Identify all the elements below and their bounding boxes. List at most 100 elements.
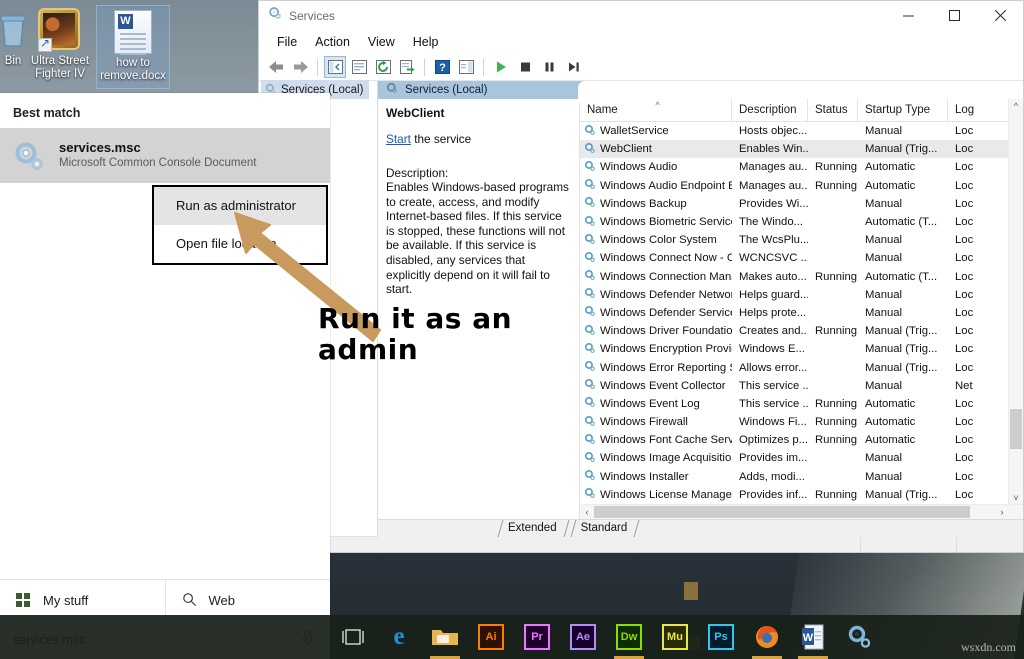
window-title: Services <box>289 9 335 23</box>
adobe-muse-icon[interactable]: Mu <box>652 615 698 659</box>
shortcut-overlay-icon <box>38 38 52 52</box>
column-header-name[interactable]: ^ Name <box>580 99 732 121</box>
adobe-photoshop-icon[interactable]: Ps <box>698 615 744 659</box>
services-list-header[interactable]: ^ Name Description Status Startup Type <box>580 99 1023 122</box>
pause-service-icon[interactable] <box>538 56 560 78</box>
service-name-label: Windows Encryption Provid... <box>600 343 732 355</box>
desktop-icon-how-to-remove-docx[interactable]: how to remove.docx <box>96 5 170 89</box>
table-row[interactable]: Windows Defender ServiceHelps prote...Ma… <box>580 304 1023 322</box>
table-row[interactable]: Windows Color SystemThe WcsPlu...ManualL… <box>580 231 1023 249</box>
table-row[interactable]: Windows Connection Mana...Makes auto...R… <box>580 268 1023 286</box>
context-menu[interactable]: Run as administrator Open file location <box>152 185 328 265</box>
task-view-icon[interactable] <box>330 615 376 659</box>
table-row[interactable]: Windows Defender Networ...Helps guard...… <box>580 286 1023 304</box>
start-search-flyout[interactable]: Best match services.msc Microsoft Common… <box>0 93 330 659</box>
back-icon[interactable] <box>265 56 287 78</box>
context-menu-item-run-as-administrator[interactable]: Run as administrator <box>154 187 326 225</box>
forward-icon[interactable] <box>289 56 311 78</box>
scroll-left-icon[interactable]: ‹ <box>580 507 594 517</box>
tab-extended[interactable]: Extended <box>498 520 571 537</box>
best-match-result[interactable]: services.msc Microsoft Common Console Do… <box>0 128 330 183</box>
menu-file[interactable]: File <box>268 33 306 51</box>
table-row[interactable]: Windows Image Acquisitio...Provides im..… <box>580 449 1023 467</box>
export-list-icon[interactable] <box>396 56 418 78</box>
adobe-premiere-icon[interactable]: Pr <box>514 615 560 659</box>
table-row[interactable]: Windows Encryption Provid...Windows E...… <box>580 340 1023 358</box>
table-row[interactable]: Windows Event LogThis service ...Running… <box>580 395 1023 413</box>
close-button[interactable] <box>977 1 1023 30</box>
context-menu-item-open-file-location[interactable]: Open file location <box>154 225 326 263</box>
table-row[interactable]: Windows Audio Endpoint B...Manages au...… <box>580 177 1023 195</box>
table-row[interactable]: Windows AudioManages au...RunningAutomat… <box>580 158 1023 176</box>
mozilla-firefox-icon[interactable] <box>744 615 790 659</box>
cell-service-name: Windows Encryption Provid... <box>580 342 732 357</box>
restart-service-icon[interactable] <box>562 56 584 78</box>
horizontal-scroll-thumb[interactable] <box>594 506 970 518</box>
list-vertical-scrollbar[interactable]: ^ ˅ <box>1008 99 1023 505</box>
column-header-description[interactable]: Description <box>732 99 808 121</box>
window-titlebar[interactable]: Services <box>259 1 1023 30</box>
table-row[interactable]: Windows BackupProvides Wi...ManualLoc <box>580 195 1023 213</box>
cell-log-on-as: Loc <box>948 271 981 283</box>
adobe-illustrator-icon[interactable]: Ai <box>468 615 514 659</box>
scroll-right-icon[interactable]: › <box>995 507 1009 517</box>
menu-help[interactable]: Help <box>404 33 448 51</box>
column-header-startup-type[interactable]: Startup Type <box>858 99 948 121</box>
table-row[interactable]: Windows FirewallWindows Fi...RunningAuto… <box>580 413 1023 431</box>
column-header-status[interactable]: Status <box>808 99 858 121</box>
taskbar-icons[interactable]: e AiPrAeDwMuPs W <box>330 615 882 659</box>
toolbar[interactable]: ? <box>259 54 1023 81</box>
service-gear-icon <box>584 378 596 393</box>
taskbar[interactable]: eAiPrAeDwMuPsW wsxdn.com <box>0 615 1024 659</box>
adobe-after-effects-icon[interactable]: Ae <box>560 615 606 659</box>
column-header-log-on-as[interactable]: Log <box>948 99 981 121</box>
services-list-pane[interactable]: ^ Name Description Status Startup Type <box>580 99 1023 519</box>
tab-standard[interactable]: Standard <box>571 520 642 537</box>
scroll-down-icon[interactable]: ˅ <box>1009 491 1023 505</box>
cell-startup-type: Manual (Trig... <box>858 489 948 501</box>
menu-action[interactable]: Action <box>306 33 359 51</box>
show-hide-console-tree-icon[interactable] <box>324 56 346 78</box>
microsoft-word-icon[interactable]: W <box>790 615 836 659</box>
table-row[interactable]: Windows Connect Now - C...WCNCSVC ...Man… <box>580 249 1023 267</box>
table-row[interactable]: WebClientEnables Win...Manual (Trig...Lo… <box>580 140 1023 158</box>
start-service-link[interactable]: Start <box>386 132 411 146</box>
table-row[interactable]: Windows Font Cache ServiceOptimizes p...… <box>580 431 1023 449</box>
desktop-icon-label: Ultra Street Fighter IV <box>23 55 97 81</box>
scroll-up-icon[interactable]: ^ <box>1009 99 1023 113</box>
services-rows[interactable]: WalletServiceHosts objec...ManualLocWebC… <box>580 122 1023 504</box>
desktop-icon-ultra-street-fighter-iv[interactable]: Ultra Street Fighter IV <box>23 8 97 81</box>
cell-service-name: Windows Defender Networ... <box>580 287 732 302</box>
view-tabs[interactable]: Extended Standard <box>378 519 1023 537</box>
refresh-icon[interactable] <box>372 56 394 78</box>
search-icon <box>182 592 197 610</box>
stop-service-icon[interactable] <box>514 56 536 78</box>
service-name-label: Windows Connect Now - C... <box>600 252 732 264</box>
table-row[interactable]: Windows InstallerAdds, modi...ManualLoc <box>580 468 1023 486</box>
table-row[interactable]: Windows Driver Foundation...Creates and.… <box>580 322 1023 340</box>
table-row[interactable]: WalletServiceHosts objec...ManualLoc <box>580 122 1023 140</box>
table-row[interactable]: Windows Error Reporting Se...Allows erro… <box>580 358 1023 376</box>
list-horizontal-scrollbar[interactable]: ‹ › <box>580 504 1023 519</box>
file-explorer-icon[interactable] <box>422 615 468 659</box>
properties-icon[interactable] <box>348 56 370 78</box>
minimize-button[interactable] <box>885 1 931 30</box>
table-row[interactable]: Windows Event CollectorThis service ...M… <box>580 377 1023 395</box>
menu-view[interactable]: View <box>359 33 404 51</box>
table-row[interactable]: Windows License Manager ...Provides inf.… <box>580 486 1023 504</box>
help-icon[interactable]: ? <box>431 56 453 78</box>
adobe-dreamweaver-icon[interactable]: Dw <box>606 615 652 659</box>
maximize-button[interactable] <box>931 1 977 30</box>
show-action-pane-icon[interactable] <box>455 56 477 78</box>
menu-bar[interactable]: File Action View Help <box>259 30 1023 54</box>
services-window[interactable]: Services File Action View Help <box>258 0 1024 553</box>
ultra-street-fighter-iv-icon <box>38 8 82 52</box>
cell-startup-type: Manual <box>858 234 948 246</box>
microsoft-edge-icon[interactable]: e <box>376 615 422 659</box>
service-gear-icon <box>584 287 596 302</box>
services-icon[interactable] <box>836 615 882 659</box>
start-service-icon[interactable] <box>490 56 512 78</box>
vertical-scroll-thumb[interactable] <box>1010 409 1022 449</box>
table-row[interactable]: Windows Biometric ServiceThe Windo...Aut… <box>580 213 1023 231</box>
cell-description: Optimizes p... <box>732 434 808 446</box>
